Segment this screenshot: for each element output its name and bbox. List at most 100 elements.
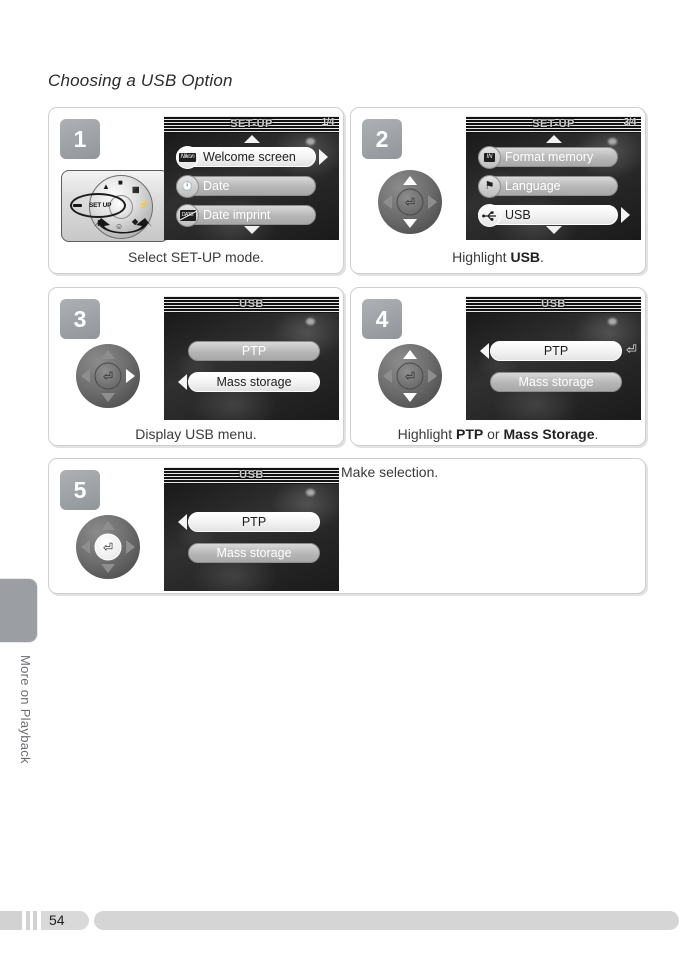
dpad-right-arrow-icon[interactable] [428, 369, 437, 383]
page-number: 54 [49, 912, 65, 928]
chapter-tab [0, 578, 38, 643]
dpad-up-arrow-icon[interactable] [101, 521, 115, 530]
camera-screen-3: USB PTP Mass storage [164, 296, 339, 420]
multi-selector-dpad-4[interactable]: ⏎ [378, 344, 442, 408]
menu-item-date-imprint[interactable]: DATE Date imprint [176, 204, 316, 227]
caption-text-pre: Highlight [397, 426, 456, 442]
menu-item-ptp[interactable]: PTP [188, 341, 320, 361]
menu-item-label: Language [505, 179, 561, 193]
menu-item-label: Format memory [505, 150, 594, 164]
scroll-up-arrow-icon-2 [545, 135, 562, 143]
dial-glyph-movie-icon: ▦ [132, 185, 140, 194]
camera-screen-5: USB PTP Mass storage [164, 467, 339, 591]
dpad-left-arrow-icon[interactable] [383, 369, 392, 383]
multi-selector-dpad-3[interactable]: ⏎ [76, 344, 140, 408]
dpad-center-button[interactable]: ⏎ [94, 533, 122, 561]
step-caption-5: Make selection. [341, 464, 439, 480]
caption-text-post: . [594, 426, 599, 442]
dpad-down-arrow-icon[interactable] [101, 564, 115, 573]
menu-item-label: Mass storage [216, 546, 292, 560]
camera-screen-1: SET-UP 1/4 Nikon Welcome screen 🕛 Date D… [164, 116, 339, 240]
dpad-up-arrow-icon[interactable] [403, 176, 417, 185]
chapter-tab-label: More on Playback [18, 655, 33, 764]
menu-item-mass-storage[interactable]: Mass storage [490, 372, 622, 392]
date-imprint-icon: DATE [176, 204, 199, 227]
clock-icon: 🕛 [176, 175, 199, 198]
menu-selection-arrow-icon-5 [178, 514, 187, 530]
dial-glyph-flash-icon: ⚡ [139, 200, 149, 209]
dial-setup-label: SET UP [89, 202, 112, 209]
screen-header-title-3: USB [239, 298, 264, 310]
menu-item-label: Mass storage [518, 375, 594, 389]
step-number-badge-3: 3 [60, 299, 100, 339]
dpad-left-arrow-icon[interactable] [81, 540, 90, 554]
screen-page-indicator-1: 1/4 [321, 117, 335, 128]
menu-item-mass-storage[interactable]: Mass storage [188, 372, 320, 392]
scroll-up-arrow-icon-1 [243, 135, 260, 143]
menu-item-welcome-screen[interactable]: Nikon Welcome screen [176, 146, 316, 169]
scroll-down-arrow-icon-1 [243, 226, 260, 234]
step-caption-2: Highlight USB. [351, 249, 645, 265]
multi-selector-dpad-2[interactable]: ⏎ [378, 170, 442, 234]
menu-item-date[interactable]: 🕛 Date [176, 175, 316, 198]
caption-text-bold: USB [510, 249, 541, 265]
caption-text-mid: or [483, 426, 504, 442]
usb-glyph [481, 210, 496, 221]
menu-item-label: USB [505, 208, 531, 222]
menu-item-mass-storage[interactable]: Mass storage [188, 543, 320, 563]
dpad-down-arrow-icon[interactable] [101, 393, 115, 402]
menu-item-label: PTP [241, 515, 267, 529]
dpad-down-arrow-icon[interactable] [403, 393, 417, 402]
dpad-up-arrow-icon[interactable] [403, 350, 417, 359]
camera-screen-4: USB PTP ⏎ Mass storage [466, 296, 641, 420]
dial-glyph-auto-icon: ▲ [102, 182, 110, 191]
footer-bar-1 [26, 911, 30, 930]
dpad-right-arrow-icon[interactable] [428, 195, 437, 209]
menu-item-label: PTP [543, 344, 569, 358]
screen-header-title-2: SET-UP [532, 118, 575, 130]
dpad-up-arrow-icon[interactable] [101, 350, 115, 359]
dpad-center-button[interactable]: ⏎ [396, 362, 424, 390]
menu-item-language[interactable]: ⚑ Language [478, 175, 618, 198]
dpad-right-arrow-icon[interactable] [126, 369, 135, 383]
step-number-badge-5: 5 [60, 470, 100, 510]
caption-text-bold: PTP [455, 426, 484, 442]
footer-rule [94, 911, 679, 930]
caption-text-post: . [540, 249, 544, 265]
step-number-badge-2: 2 [362, 119, 402, 159]
caption-text-bold2: Mass Storage [503, 426, 595, 442]
dpad-down-arrow-icon[interactable] [403, 219, 417, 228]
menu-selection-arrow-icon-3 [178, 374, 187, 390]
menu-enter-hint-icon-4: ⏎ [626, 342, 637, 357]
step-number-badge-1: 1 [60, 119, 100, 159]
step-card-5: 5 ⏎ USB PTP Mass storage Make selection. [48, 458, 646, 594]
step-caption-3: Display USB menu. [49, 426, 343, 442]
footer-block [0, 911, 22, 930]
dial-glyph-camera-icon: ■ [118, 178, 123, 187]
menu-item-usb[interactable]: USB [478, 204, 618, 227]
screen-page-indicator-2: 3/4 [623, 117, 637, 128]
menu-item-label: Welcome screen [203, 150, 296, 164]
dpad-left-arrow-icon[interactable] [81, 369, 90, 383]
menu-item-label: Date imprint [203, 208, 271, 222]
menu-item-format-memory[interactable]: IN Format memory [478, 146, 618, 169]
menu-enter-arrow-icon-1 [319, 149, 328, 165]
menu-item-label: Date [203, 179, 230, 193]
menu-item-ptp[interactable]: PTP [490, 341, 622, 361]
menu-item-ptp[interactable]: PTP [188, 512, 320, 532]
dpad-right-arrow-icon[interactable] [126, 540, 135, 554]
dpad-center-button[interactable]: ⏎ [396, 188, 424, 216]
flag-icon: ⚑ [478, 175, 501, 198]
multi-selector-dpad-5[interactable]: ⏎ [76, 515, 140, 579]
dpad-center-button[interactable]: ⏎ [94, 362, 122, 390]
step-card-1: 1 SET UP ■ ▦ ⚡ ◆ ☺ ▶ ▲ SET-UP [48, 107, 344, 274]
dial-rotation-arrow-icon [94, 218, 152, 234]
screen-header-title-4: USB [541, 298, 566, 310]
step-card-3: 3 ⏎ USB PTP Mass storage Display USB men… [48, 287, 344, 446]
screen-header-title-1: SET-UP [230, 118, 273, 130]
step-caption-1: Select SET-UP mode. [49, 249, 343, 265]
dpad-left-arrow-icon[interactable] [383, 195, 392, 209]
screen-header-title-5: USB [239, 469, 264, 481]
step-caption-4: Highlight PTP or Mass Storage. [351, 426, 645, 442]
step-number-badge-4: 4 [362, 299, 402, 339]
